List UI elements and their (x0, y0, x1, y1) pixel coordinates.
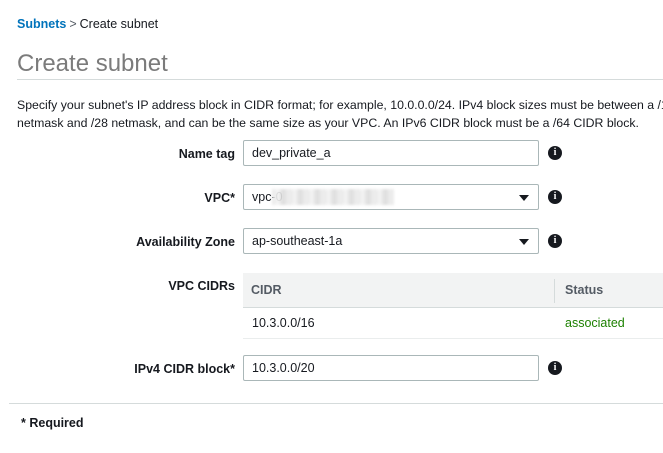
vpc-select[interactable]: vpc-0 (243, 184, 539, 210)
availability-zone-select-value: ap-southeast-1a (252, 234, 343, 248)
vpc-cidrs-label: VPC CIDRs (168, 279, 235, 293)
breadcrumb: Subnets > Create subnet (17, 17, 158, 31)
vpc-info-icon[interactable]: i (548, 190, 562, 204)
table-row: 10.3.0.0/16 associated (243, 308, 663, 339)
status-cell: associated (565, 316, 625, 330)
ipv4-cidr-block-input[interactable] (243, 355, 539, 381)
cidr-cell: 10.3.0.0/16 (252, 316, 315, 330)
availability-zone-select[interactable]: ap-southeast-1a (243, 228, 539, 254)
column-divider (554, 279, 555, 303)
ipv4-cidr-block-info-icon[interactable]: i (548, 361, 562, 375)
name-tag-label: Name tag (178, 147, 235, 161)
form-divider (9, 403, 663, 404)
chevron-down-icon (519, 239, 529, 245)
column-header-status: Status (565, 283, 604, 297)
breadcrumb-subnets-link[interactable]: Subnets (17, 17, 66, 31)
form-description: Specify your subnet's IP address block i… (17, 98, 663, 130)
availability-zone-label: Availability Zone (136, 235, 235, 249)
chevron-down-icon (519, 195, 529, 201)
vpc-cidrs-table: CIDR Status 10.3.0.0/16 associated (243, 273, 663, 339)
title-divider (17, 79, 663, 80)
table-header: CIDR Status (243, 273, 663, 308)
vpc-label: VPC* (204, 191, 235, 205)
page-title: Create subnet (17, 50, 168, 77)
breadcrumb-separator: > (69, 17, 77, 31)
breadcrumb-current: Create subnet (79, 17, 159, 31)
column-header-cidr: CIDR (251, 283, 282, 297)
required-note: * Required (21, 416, 84, 430)
ipv4-cidr-block-label: IPv4 CIDR block* (134, 362, 235, 376)
availability-zone-info-icon[interactable]: i (548, 234, 562, 248)
redacted-vpc-id (272, 189, 394, 205)
name-tag-info-icon[interactable]: i (548, 146, 562, 160)
name-tag-input[interactable] (243, 140, 539, 166)
